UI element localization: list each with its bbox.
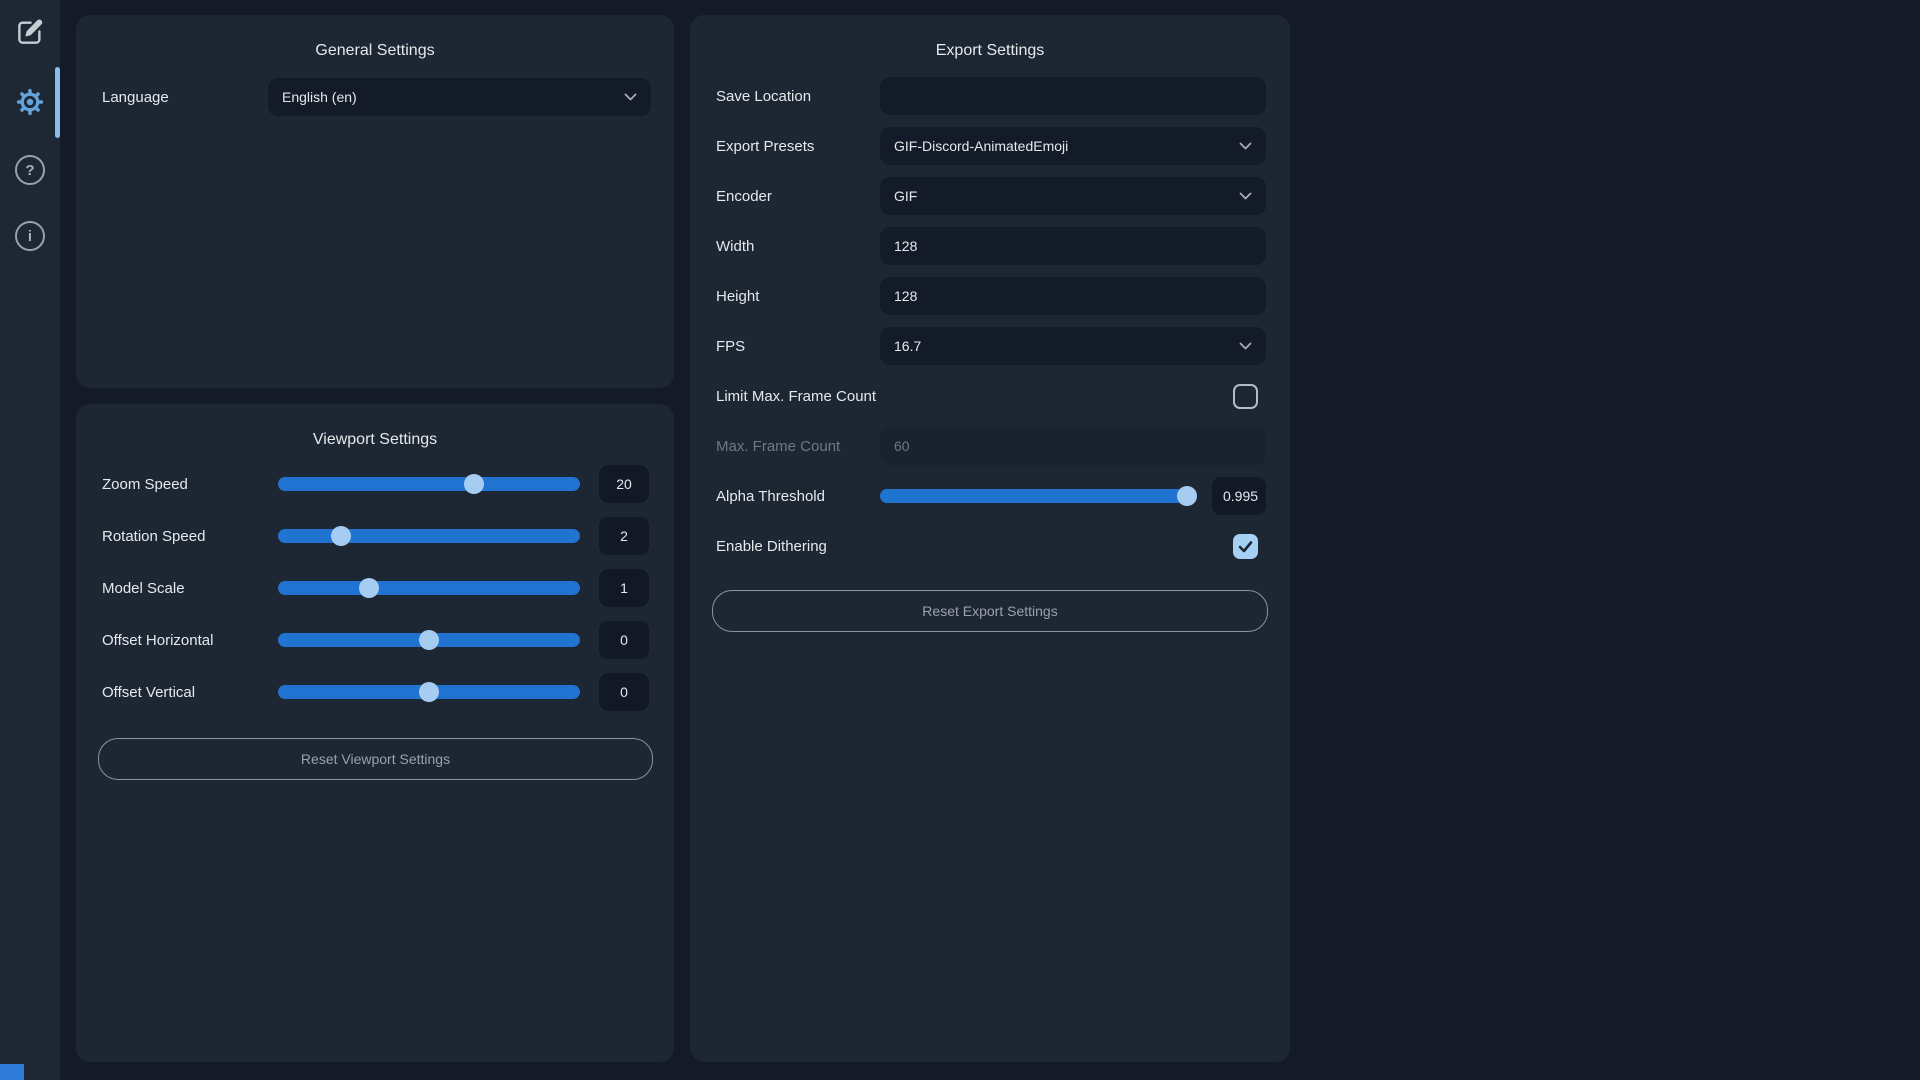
limit-max-frame-count-checkbox[interactable] [1233,384,1258,409]
zoom-speed-value: 20 [599,465,649,503]
offset-horizontal-value: 0 [599,621,649,659]
height-input[interactable] [880,277,1266,315]
general-settings-title: General Settings [76,15,674,59]
enable-dithering-label: Enable Dithering [716,538,827,555]
slider-thumb[interactable] [464,474,484,494]
encoder-label: Encoder [716,188,880,205]
save-location-input[interactable] [880,77,1266,115]
save-location-row: Save Location [716,77,1266,115]
language-dropdown[interactable]: English (en) [268,78,651,116]
zoom-speed-slider[interactable] [278,477,580,491]
max-frame-count-label: Max. Frame Count [716,438,880,455]
rotation-speed-label: Rotation Speed [102,528,278,545]
offset-vertical-row: Offset Vertical 0 [102,673,649,711]
language-label: Language [102,89,268,106]
height-label: Height [716,288,880,305]
offset-horizontal-slider[interactable] [278,633,580,647]
slider-thumb[interactable] [419,630,439,650]
enable-dithering-row: Enable Dithering [716,527,1266,565]
fps-value: 16.7 [894,338,921,354]
corner-accent [0,1064,24,1080]
offset-vertical-value: 0 [599,673,649,711]
settings-nav-button[interactable] [14,86,46,118]
fps-label: FPS [716,338,880,355]
about-nav-button[interactable]: i [14,220,46,252]
fps-dropdown[interactable]: 16.7 [880,327,1266,365]
chevron-down-icon [1239,192,1252,200]
language-value: English (en) [282,89,357,105]
edit-nav-button[interactable] [14,16,46,48]
offset-horizontal-row: Offset Horizontal 0 [102,621,649,659]
rotation-speed-row: Rotation Speed 2 [102,517,649,555]
export-presets-row: Export Presets GIF-Discord-AnimatedEmoji [716,127,1266,165]
zoom-speed-label: Zoom Speed [102,476,278,493]
fps-row: FPS 16.7 [716,327,1266,365]
height-row: Height [716,277,1266,315]
gear-icon [15,87,45,117]
enable-dithering-checkbox[interactable] [1233,534,1258,559]
language-row: Language English (en) [102,78,651,116]
offset-vertical-slider[interactable] [278,685,580,699]
alpha-threshold-value: 0.995 [1212,477,1266,515]
export-settings-title: Export Settings [690,15,1290,59]
reset-export-settings-button[interactable]: Reset Export Settings [712,590,1268,632]
encoder-value: GIF [894,188,917,204]
info-glyph: i [28,229,32,244]
encoder-dropdown[interactable]: GIF [880,177,1266,215]
limit-max-frame-count-row: Limit Max. Frame Count [716,377,1266,415]
limit-max-frame-count-label: Limit Max. Frame Count [716,388,876,405]
model-scale-label: Model Scale [102,580,278,597]
model-scale-slider[interactable] [278,581,580,595]
slider-thumb[interactable] [419,682,439,702]
slider-thumb[interactable] [1177,486,1197,506]
slider-thumb[interactable] [331,526,351,546]
save-location-label: Save Location [716,88,880,105]
pencil-square-icon [15,17,45,47]
export-settings-panel: Export Settings Save Location Export Pre… [690,15,1290,1062]
general-settings-panel: General Settings Language English (en) [76,15,674,388]
viewport-settings-title: Viewport Settings [76,404,674,448]
model-scale-row: Model Scale 1 [102,569,649,607]
max-frame-count-input[interactable] [880,427,1266,465]
question-glyph: ? [25,163,34,178]
width-row: Width [716,227,1266,265]
zoom-speed-row: Zoom Speed 20 [102,465,649,503]
export-presets-label: Export Presets [716,138,880,155]
help-nav-button[interactable]: ? [14,154,46,186]
active-tab-indicator [55,67,60,138]
encoder-row: Encoder GIF [716,177,1266,215]
alpha-threshold-slider[interactable] [880,489,1196,503]
export-presets-dropdown[interactable]: GIF-Discord-AnimatedEmoji [880,127,1266,165]
model-scale-value: 1 [599,569,649,607]
chevron-down-icon [1239,342,1252,350]
viewport-settings-panel: Viewport Settings Zoom Speed 20 Rotation… [76,404,674,1062]
slider-thumb[interactable] [359,578,379,598]
width-label: Width [716,238,880,255]
offset-horizontal-label: Offset Horizontal [102,632,278,649]
sidebar: ? i [0,0,60,1080]
question-icon: ? [15,155,45,185]
settings-screen: ? i General Settings Language English (e… [0,0,1920,1080]
alpha-threshold-row: Alpha Threshold 0.995 [716,477,1266,515]
info-icon: i [15,221,45,251]
reset-viewport-settings-button[interactable]: Reset Viewport Settings [98,738,653,780]
rotation-speed-slider[interactable] [278,529,580,543]
chevron-down-icon [624,93,637,101]
offset-vertical-label: Offset Vertical [102,684,278,701]
alpha-threshold-label: Alpha Threshold [716,488,880,505]
checkmark-icon [1238,540,1253,553]
width-input[interactable] [880,227,1266,265]
export-presets-value: GIF-Discord-AnimatedEmoji [894,138,1068,154]
chevron-down-icon [1239,142,1252,150]
rotation-speed-value: 2 [599,517,649,555]
max-frame-count-row: Max. Frame Count [716,427,1266,465]
